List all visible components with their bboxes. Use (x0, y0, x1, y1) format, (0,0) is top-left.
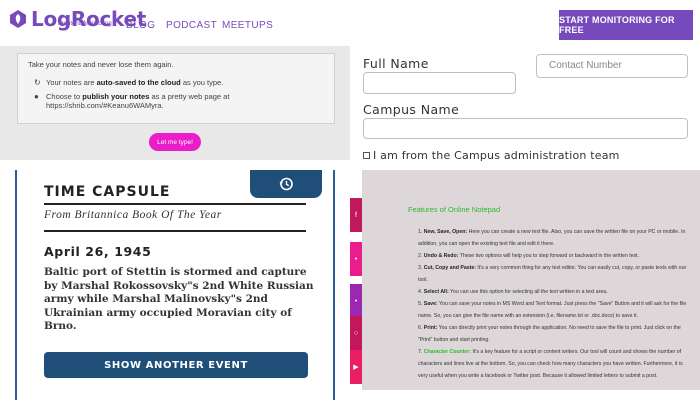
feature-item: 2. Undo & Redo: These two options will h… (418, 253, 640, 259)
campus-form: Full Name Contact Number Campus Name I a… (350, 46, 700, 170)
full-name-label: Full Name (363, 56, 429, 71)
feature-item: 5. Save: You can save your notes in MS W… (418, 301, 687, 319)
campus-name-label: Campus Name (363, 102, 460, 117)
share-icon: • (354, 297, 358, 305)
site-header: LogRocket Frontend Monitoring BLOG PODCA… (0, 0, 700, 46)
feature-item: 3. Cut, Copy and Paste: It's a very comm… (418, 265, 687, 283)
history-tab[interactable] (250, 170, 322, 198)
campus-name-field[interactable] (363, 118, 688, 139)
logo-subtitle: Frontend Monitoring (58, 21, 112, 27)
features-card: Features of Online Notepad 1. New, Save,… (362, 170, 700, 390)
rocket-logo-icon (10, 10, 26, 28)
whatsapp-share-button[interactable]: ○ (350, 316, 362, 350)
full-name-field[interactable] (363, 72, 516, 94)
let-me-type-button[interactable]: Let me type! (149, 133, 201, 151)
facebook-icon: f (355, 211, 357, 219)
capsule-title: TIME CAPSULE (44, 184, 171, 200)
start-monitoring-button[interactable]: START MONITORING FOR FREE (559, 10, 693, 40)
forward-icon: ▶ (353, 364, 359, 371)
forward-share-button[interactable]: ▶ (350, 350, 362, 384)
admin-team-checkbox[interactable] (363, 152, 370, 159)
capsule-divider-bottom (44, 230, 306, 232)
notepad-features-panel: f • • ○ ▶ Features of Online Notepad 1. … (350, 170, 700, 400)
feature-item: 4. Select All: You can use this option f… (418, 289, 608, 295)
twitter-icon: • (354, 255, 358, 263)
notes-info-card: Take your notes and never lose them agai… (17, 53, 335, 124)
time-capsule-widget: TIME CAPSULE From Britannica Book Of The… (15, 170, 335, 400)
share-button[interactable]: • (350, 284, 362, 318)
autosave-text: Your notes are auto-saved to the cloud a… (46, 78, 224, 87)
history-icon (279, 177, 293, 191)
twitter-share-button[interactable]: • (350, 242, 362, 276)
show-another-event-button[interactable]: SHOW ANOTHER EVENT (44, 352, 308, 378)
capsule-event-text: Baltic port of Stettin is stormed and ca… (44, 266, 314, 332)
nav-podcast[interactable]: PODCAST (166, 20, 217, 31)
capsule-divider-top (44, 203, 306, 205)
nav-meetups[interactable]: MEETUPS (222, 20, 273, 31)
feature-item: 1. New, Save, Open: Here you can create … (418, 229, 686, 247)
feature-item: 7. Character Counter: It's a key feature… (418, 349, 683, 379)
refresh-icon: ↻ (34, 78, 41, 87)
admin-team-checkbox-label: I am from the Campus administration team (373, 149, 620, 162)
admin-team-checkbox-row[interactable]: I am from the Campus administration team (363, 149, 620, 162)
facebook-share-button[interactable]: f (350, 198, 362, 232)
notes-heading: Take your notes and never lose them agai… (28, 60, 174, 69)
capsule-date: April 26, 1945 (44, 244, 152, 259)
feature-item: 6. Print: You can directly print your no… (418, 325, 681, 343)
nav-blog[interactable]: BLOG (126, 20, 155, 31)
whatsapp-icon: ○ (353, 329, 359, 337)
capsule-subtitle: From Britannica Book Of The Year (44, 209, 222, 221)
publish-line: ● Choose to publish your notes as a pret… (34, 92, 229, 110)
publish-url: https://shrib.com/#Keanu6WAMyra. (46, 101, 164, 110)
features-title: Features of Online Notepad (408, 205, 501, 214)
globe-icon: ● (34, 92, 39, 101)
contact-number-field[interactable]: Contact Number (536, 54, 688, 78)
notes-panel: Take your notes and never lose them agai… (0, 46, 350, 160)
contact-number-placeholder: Contact Number (549, 60, 622, 71)
publish-text: Choose to publish your notes as a pretty… (46, 92, 230, 110)
features-list: 1. New, Save, Open: Here you can create … (418, 226, 688, 382)
autosave-line: ↻ Your notes are auto-saved to the cloud… (34, 78, 223, 87)
